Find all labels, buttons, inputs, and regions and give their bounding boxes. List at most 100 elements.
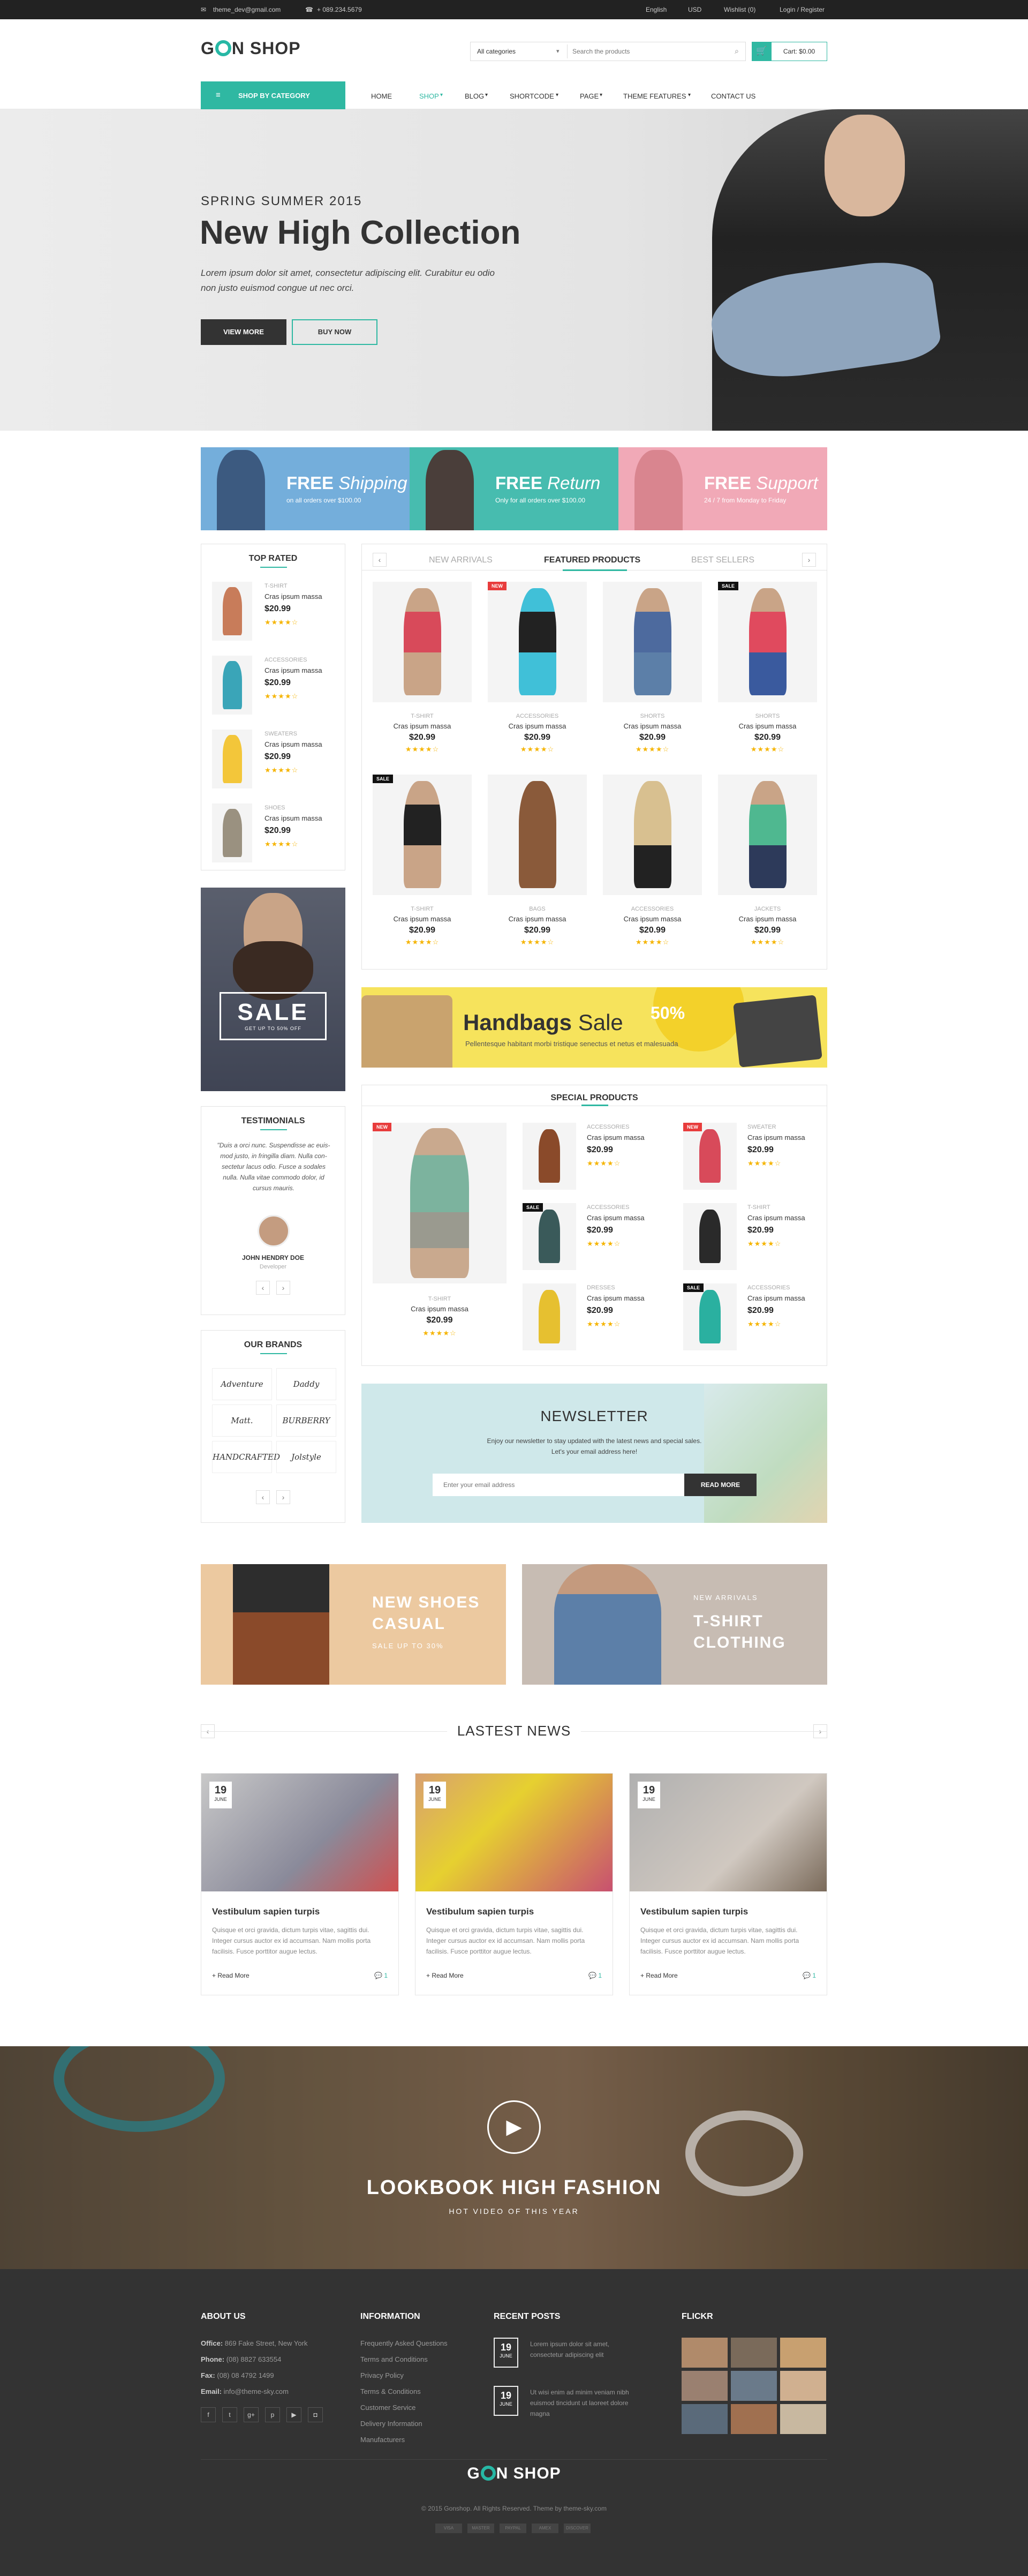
post-text[interactable]: Ut wisi enim ad minim veniam nibh euismo…: [530, 2387, 632, 2419]
product-thumbnail[interactable]: [212, 730, 252, 788]
product-name[interactable]: Cras ipsum massa: [264, 592, 322, 600]
youtube-icon[interactable]: ▶: [286, 2407, 301, 2422]
product-thumbnail[interactable]: [523, 1283, 576, 1350]
banner-shoes[interactable]: NEW SHOES CASUAL SALE UP TO 30%: [201, 1564, 506, 1685]
product-name[interactable]: Cras ipsum massa: [718, 915, 817, 923]
instagram-icon[interactable]: ◘: [308, 2407, 323, 2422]
product-image[interactable]: [603, 775, 702, 895]
product-name[interactable]: Cras ipsum massa: [587, 1133, 645, 1141]
tab-best-sellers[interactable]: BEST SELLERS: [691, 555, 754, 565]
email-value[interactable]: info@theme-sky.com: [224, 2387, 289, 2395]
nav-home[interactable]: HOME: [371, 92, 392, 100]
comments-count[interactable]: 💬 1: [374, 1972, 388, 1979]
footer-link[interactable]: Frequently Asked Questions: [360, 2339, 448, 2347]
flickr-photo[interactable]: [780, 2404, 826, 2434]
product-name[interactable]: Cras ipsum massa: [488, 915, 587, 923]
play-icon[interactable]: ▶: [487, 2100, 541, 2154]
flickr-photo[interactable]: [682, 2404, 728, 2434]
product-thumbnail[interactable]: [212, 582, 252, 641]
product-image[interactable]: [373, 582, 472, 702]
product-thumbnail[interactable]: [523, 1123, 576, 1190]
news-title[interactable]: Vestibulum sapien turpis: [640, 1906, 748, 1917]
product-image[interactable]: SALE: [373, 775, 472, 895]
promo-free-return[interactable]: FREE Return Only for all orders over $10…: [410, 447, 618, 530]
footer-link[interactable]: Privacy Policy: [360, 2371, 404, 2379]
currency-select[interactable]: USD: [688, 6, 701, 13]
product-name[interactable]: Cras ipsum massa: [373, 1305, 507, 1313]
next-arrow-icon[interactable]: ›: [276, 1281, 290, 1295]
tab-featured-products[interactable]: FEATURED PRODUCTS: [544, 555, 640, 565]
product-name[interactable]: Cras ipsum massa: [587, 1214, 645, 1222]
promo-free-shipping[interactable]: FREE Shipping on all orders over $100.00: [201, 447, 410, 530]
read-more-link[interactable]: + Read More: [426, 1972, 464, 1979]
product-image[interactable]: [603, 582, 702, 702]
flickr-photo[interactable]: [731, 2371, 777, 2401]
product-image[interactable]: NEW: [488, 582, 587, 702]
product-image[interactable]: SALE: [718, 582, 817, 702]
product-name[interactable]: Cras ipsum massa: [373, 722, 472, 730]
product-name[interactable]: Cras ipsum massa: [488, 722, 587, 730]
read-more-link[interactable]: + Read More: [640, 1972, 678, 1979]
product-thumbnail[interactable]: [683, 1203, 737, 1270]
product-name[interactable]: Cras ipsum massa: [373, 915, 472, 923]
news-title[interactable]: Vestibulum sapien turpis: [426, 1906, 534, 1917]
product-thumbnail[interactable]: [212, 803, 252, 862]
footer-link[interactable]: Terms and Conditions: [360, 2355, 428, 2363]
brand-logo[interactable]: HANDCRAFTED: [212, 1441, 280, 1473]
nav-contact[interactable]: CONTACT US: [711, 92, 755, 100]
nav-blog[interactable]: BLOG: [465, 92, 484, 100]
product-name[interactable]: Cras ipsum massa: [747, 1294, 805, 1302]
cart-icon[interactable]: 🛒: [752, 42, 771, 61]
flickr-photo[interactable]: [731, 2338, 777, 2368]
flickr-photo[interactable]: [682, 2338, 728, 2368]
footer-link[interactable]: Delivery Information: [360, 2420, 422, 2428]
comments-count[interactable]: 💬 1: [803, 1972, 816, 1979]
product-thumbnail[interactable]: [212, 656, 252, 715]
next-arrow-icon[interactable]: ›: [276, 1490, 290, 1504]
tab-new-arrivals[interactable]: NEW ARRIVALS: [429, 555, 493, 565]
brand-logo[interactable]: Jolstyle: [276, 1441, 336, 1473]
prev-arrow-icon[interactable]: ‹: [256, 1490, 270, 1504]
brand-logo[interactable]: Adventure: [212, 1368, 272, 1400]
footer-link[interactable]: Terms & Conditions: [360, 2387, 421, 2395]
cart-button[interactable]: Cart: $0.00: [771, 42, 827, 61]
flickr-photo[interactable]: [780, 2371, 826, 2401]
site-logo[interactable]: G N SHOP: [201, 39, 301, 58]
nav-shop[interactable]: SHOP: [419, 92, 439, 100]
prev-arrow-icon[interactable]: ‹: [256, 1281, 270, 1295]
language-select[interactable]: English: [646, 6, 667, 13]
topbar-email[interactable]: theme_dev@gmail.com: [213, 6, 281, 13]
product-name[interactable]: Cras ipsum massa: [264, 666, 322, 674]
flickr-photo[interactable]: [682, 2371, 728, 2401]
product-name[interactable]: Cras ipsum massa: [747, 1214, 805, 1222]
product-image[interactable]: [718, 775, 817, 895]
newsletter-submit-button[interactable]: READ MORE: [684, 1474, 757, 1496]
newsletter-email-input[interactable]: [433, 1474, 684, 1496]
shop-by-category-button[interactable]: ≡ SHOP BY CATEGORY: [201, 81, 345, 109]
promo-free-support[interactable]: FREE Support 24 / 7 from Monday to Frida…: [618, 447, 827, 530]
product-thumbnail[interactable]: SALE: [683, 1283, 737, 1350]
twitter-icon[interactable]: t: [222, 2407, 237, 2422]
footer-link[interactable]: Customer Service: [360, 2404, 415, 2412]
google-plus-icon[interactable]: g+: [244, 2407, 259, 2422]
prev-arrow-icon[interactable]: ‹: [373, 553, 387, 567]
product-name[interactable]: Cras ipsum massa: [264, 740, 322, 748]
sale-banner[interactable]: SALE GET UP TO 50% OFF: [201, 888, 345, 1091]
search-input[interactable]: [572, 44, 722, 58]
product-thumbnail[interactable]: NEW: [683, 1123, 737, 1190]
product-thumbnail[interactable]: SALE: [523, 1203, 576, 1270]
product-name[interactable]: Cras ipsum massa: [264, 814, 322, 822]
handbags-sale-banner[interactable]: 50% Handbags Sale Pellentesque habitant …: [361, 987, 827, 1068]
nav-shortcode[interactable]: SHORTCODE: [510, 92, 554, 100]
product-name[interactable]: Cras ipsum massa: [747, 1133, 805, 1141]
special-big-image[interactable]: NEW: [373, 1123, 507, 1283]
read-more-link[interactable]: + Read More: [212, 1972, 250, 1979]
banner-tshirt[interactable]: NEW ARRIVALS T-SHIRT CLOTHING: [522, 1564, 827, 1685]
category-select[interactable]: All categories: [477, 48, 516, 55]
buy-now-button[interactable]: BUY NOW: [292, 319, 377, 345]
flickr-photo[interactable]: [780, 2338, 826, 2368]
pinterest-icon[interactable]: p: [265, 2407, 280, 2422]
facebook-icon[interactable]: f: [201, 2407, 216, 2422]
brand-logo[interactable]: Matt.: [212, 1405, 272, 1437]
post-text[interactable]: Lorem ipsum dolor sit amet, consectetur …: [530, 2339, 632, 2360]
